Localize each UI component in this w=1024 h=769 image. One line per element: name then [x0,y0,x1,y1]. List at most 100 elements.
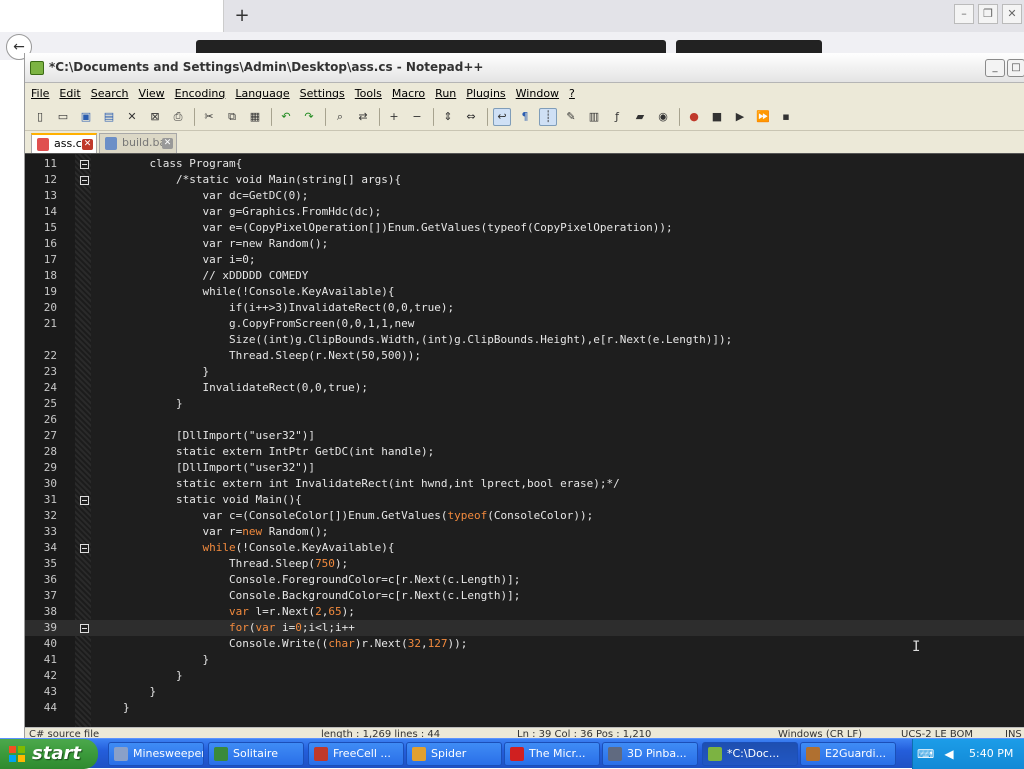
code-line[interactable]: 33 var r=new Random(); [25,524,1024,540]
menu-window[interactable]: Window [516,87,559,100]
taskbar-button[interactable]: Spider [406,742,502,766]
minimize-icon[interactable]: – [954,4,974,24]
code-line[interactable]: 11 class Program{ [25,156,1024,172]
code-line[interactable]: 36 Console.ForegroundColor=c[r.Next(c.Le… [25,572,1024,588]
code-line[interactable]: 27 [DllImport("user32")] [25,428,1024,444]
code-line[interactable]: 38 var l=r.Next(2,65); [25,604,1024,620]
doc-map-icon[interactable]: ▥ [585,108,603,126]
code-line[interactable]: 18 // xDDDDD COMEDY [25,268,1024,284]
code-line[interactable]: 44} [25,700,1024,716]
close-icon[interactable]: ✕ [1002,4,1022,24]
zoom-out-icon[interactable]: − [408,108,426,126]
menu-run[interactable]: Run [435,87,456,100]
code-line[interactable]: 32 var c=(ConsoleColor[])Enum.GetValues(… [25,508,1024,524]
code-line[interactable]: 26 [25,412,1024,428]
record-macro-icon[interactable]: ● [685,108,703,126]
taskbar-button[interactable]: Solitaire [208,742,304,766]
code-line[interactable]: 42 } [25,668,1024,684]
menu-tools[interactable]: Tools [355,87,382,100]
save-icon[interactable]: ▣ [77,108,95,126]
save-macro-icon[interactable]: ▪ [777,108,795,126]
tab-build-bat[interactable]: build.bat ✕ [99,133,177,153]
menu-search[interactable]: Search [91,87,129,100]
user-lang-icon[interactable]: ✎ [562,108,580,126]
code-line[interactable]: 34 while(!Console.KeyAvailable){ [25,540,1024,556]
undo-icon[interactable]: ↶ [277,108,295,126]
tray-arrow-icon[interactable]: ◀ [941,746,957,762]
menu-help[interactable]: ? [569,87,575,100]
find-icon[interactable]: ⌕ [331,108,349,126]
taskbar-button[interactable]: 3D Pinba... [602,742,698,766]
run-macro-multiple-icon[interactable]: ⏩ [754,108,772,126]
code-line[interactable]: 20 if(i++>3)InvalidateRect(0,0,true); [25,300,1024,316]
code-line[interactable]: 19 while(!Console.KeyAvailable){ [25,284,1024,300]
code-line[interactable]: 14 var g=Graphics.FromHdc(dc); [25,204,1024,220]
code-line[interactable]: 28 static extern IntPtr GetDC(int handle… [25,444,1024,460]
new-file-icon[interactable]: ▯ [31,108,49,126]
folder-workspace-icon[interactable]: ▰ [631,108,649,126]
code-line[interactable]: 29 [DllImport("user32")] [25,460,1024,476]
new-tab-icon[interactable]: + [232,6,252,26]
tab-ass-cs[interactable]: ass.cs ✕ [31,133,97,153]
fold-toggle-icon[interactable] [80,544,89,553]
word-wrap-icon[interactable]: ↩ [493,107,511,126]
redo-icon[interactable]: ↷ [300,108,318,126]
close-icon[interactable]: ✕ [123,108,141,126]
code-line[interactable]: 23 } [25,364,1024,380]
play-macro-icon[interactable]: ▶ [731,108,749,126]
taskbar-button[interactable]: FreeCell ... [308,742,404,766]
open-file-icon[interactable]: ▭ [54,108,72,126]
cut-icon[interactable]: ✂ [200,108,218,126]
code-line[interactable]: 37 Console.BackgroundColor=c[r.Next(c.Le… [25,588,1024,604]
fold-toggle-icon[interactable] [80,496,89,505]
code-line[interactable]: 35 Thread.Sleep(750); [25,556,1024,572]
menu-settings[interactable]: Settings [300,87,345,100]
minimize-button[interactable]: _ [985,59,1005,77]
menu-edit[interactable]: Edit [59,87,80,100]
paste-icon[interactable]: ▦ [246,108,264,126]
code-line[interactable]: 24 InvalidateRect(0,0,true); [25,380,1024,396]
save-all-icon[interactable]: ▤ [100,108,118,126]
code-line[interactable]: 21 g.CopyFromScreen(0,0,1,1,new [25,316,1024,332]
copy-icon[interactable]: ⧉ [223,108,241,126]
start-button[interactable]: start [0,739,98,769]
code-line[interactable]: 41 } [25,652,1024,668]
code-editor[interactable]: 11 class Program{12 /*static void Main(s… [25,153,1024,727]
sync-horizontal-icon[interactable]: ⇔ [462,108,480,126]
title-bar[interactable]: *C:\Documents and Settings\Admin\Desktop… [25,53,1024,83]
code-line[interactable]: Size((int)g.ClipBounds.Width,(int)g.Clip… [25,332,1024,348]
code-line[interactable]: 16 var r=new Random(); [25,236,1024,252]
fold-toggle-icon[interactable] [80,160,89,169]
maximize-icon[interactable]: ❐ [978,4,998,24]
close-tab-icon[interactable]: ✕ [82,139,93,150]
menu-language[interactable]: Language [235,87,289,100]
menu-view[interactable]: View [139,87,165,100]
taskbar-button[interactable]: The Micr... [504,742,600,766]
code-line[interactable]: 30 static extern int InvalidateRect(int … [25,476,1024,492]
function-list-icon[interactable]: ƒ [608,108,626,126]
fold-toggle-icon[interactable] [80,176,89,185]
code-line[interactable]: 22 Thread.Sleep(r.Next(50,500)); [25,348,1024,364]
taskbar-button[interactable]: Minesweeper [108,742,204,766]
print-icon[interactable]: ⎙ [169,108,187,126]
zoom-in-icon[interactable]: + [385,108,403,126]
menu-macro[interactable]: Macro [392,87,425,100]
code-line[interactable]: 40 Console.Write((char)r.Next(32,127)); [25,636,1024,652]
close-tab-icon[interactable]: ✕ [162,138,173,149]
menu-encoding[interactable]: Encoding [175,87,226,100]
taskbar-button[interactable]: E2Guardi... [800,742,896,766]
taskbar-button[interactable]: *C:\Doc... [702,742,798,766]
monitor-icon[interactable]: ◉ [654,108,672,126]
code-line[interactable]: 39 for(var i=0;i<l;i++ [25,620,1024,636]
code-line[interactable]: 13 var dc=GetDC(0); [25,188,1024,204]
code-line[interactable]: 25 } [25,396,1024,412]
maximize-button[interactable]: □ [1007,59,1024,77]
replace-icon[interactable]: ⇄ [354,108,372,126]
stop-macro-icon[interactable]: ■ [708,108,726,126]
show-all-chars-icon[interactable]: ¶ [516,108,534,126]
code-line[interactable]: 17 var i=0; [25,252,1024,268]
menu-plugins[interactable]: Plugins [466,87,505,100]
code-line[interactable]: 31 static void Main(){ [25,492,1024,508]
keyboard-icon[interactable]: ⌨ [917,746,934,762]
fold-toggle-icon[interactable] [80,624,89,633]
